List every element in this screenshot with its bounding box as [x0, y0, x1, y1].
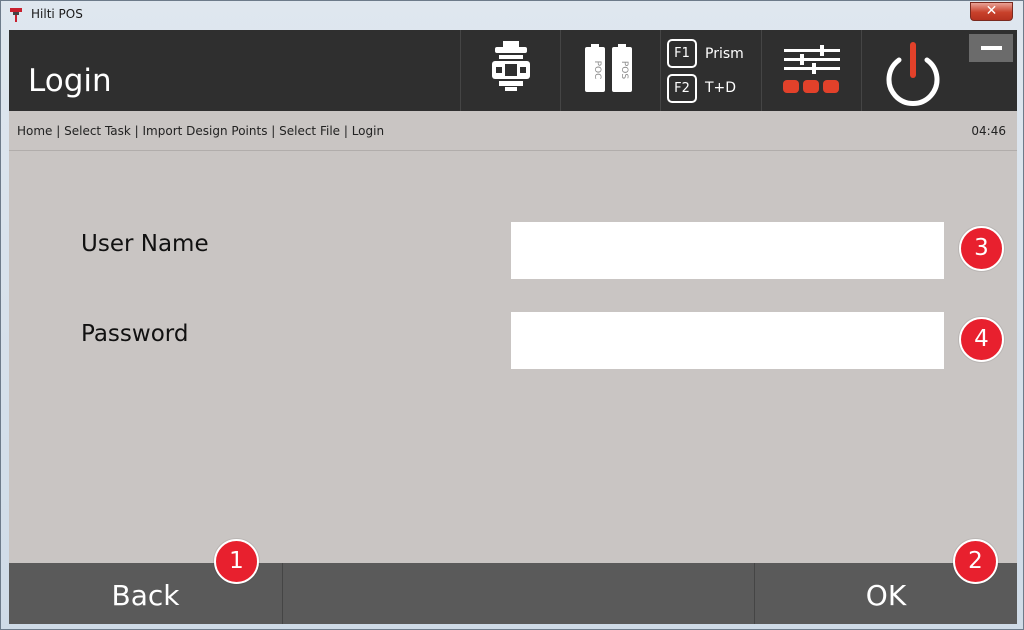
- instrument-button[interactable]: [460, 30, 560, 111]
- bottom-bar: Back OK: [9, 563, 1017, 624]
- instrument-icon: [492, 41, 530, 91]
- battery-icon: POC POS: [585, 44, 632, 92]
- breadcrumb: Home | Select Task | Import Design Point…: [17, 124, 385, 138]
- target-mode-button[interactable]: F1 Prism F2 T+D: [660, 30, 761, 111]
- breadcrumb-bar: Home | Select Task | Import Design Point…: [9, 111, 1017, 151]
- bottom-bar-empty-slot: [283, 563, 755, 624]
- f2-key: F2: [667, 74, 697, 103]
- callout-marker-4: 4: [959, 317, 1004, 362]
- user-name-label: User Name: [81, 231, 209, 257]
- window-title: Hilti POS: [31, 7, 83, 21]
- settings-sliders-icon: [783, 45, 840, 93]
- minimize-button[interactable]: [969, 34, 1013, 62]
- page-title: Login: [28, 63, 112, 99]
- user-name-input[interactable]: [511, 222, 944, 279]
- callout-marker-1: 1: [214, 539, 259, 584]
- password-input[interactable]: [511, 312, 944, 369]
- title-bar: Hilti POS ✕: [1, 1, 1023, 29]
- app-client-area: Login POC POS F1 Prism F2 T+D Home | Sel…: [9, 30, 1017, 624]
- f2-label: T+D: [705, 80, 737, 96]
- app-window: Hilti POS ✕ Login POC POS F1 Prism F2 T+…: [0, 0, 1024, 630]
- power-icon: [886, 42, 940, 106]
- callout-marker-2: 2: [953, 539, 998, 584]
- app-header: Login POC POS F1 Prism F2 T+D: [9, 30, 1017, 111]
- window-close-button[interactable]: ✕: [970, 2, 1013, 21]
- f1-key: F1: [667, 39, 697, 68]
- password-label: Password: [81, 321, 189, 347]
- hilti-app-icon: [10, 8, 22, 22]
- power-button[interactable]: [861, 30, 964, 111]
- battery-button[interactable]: POC POS: [560, 30, 660, 111]
- settings-button[interactable]: [761, 30, 861, 111]
- battery-poc-label: POC: [592, 61, 602, 80]
- battery-pos-label: POS: [619, 61, 629, 80]
- f1-label: Prism: [705, 46, 744, 62]
- close-icon: ✕: [985, 3, 998, 19]
- minimize-icon: [981, 46, 1002, 50]
- callout-marker-3: 3: [959, 226, 1004, 271]
- clock: 04:46: [971, 124, 1006, 138]
